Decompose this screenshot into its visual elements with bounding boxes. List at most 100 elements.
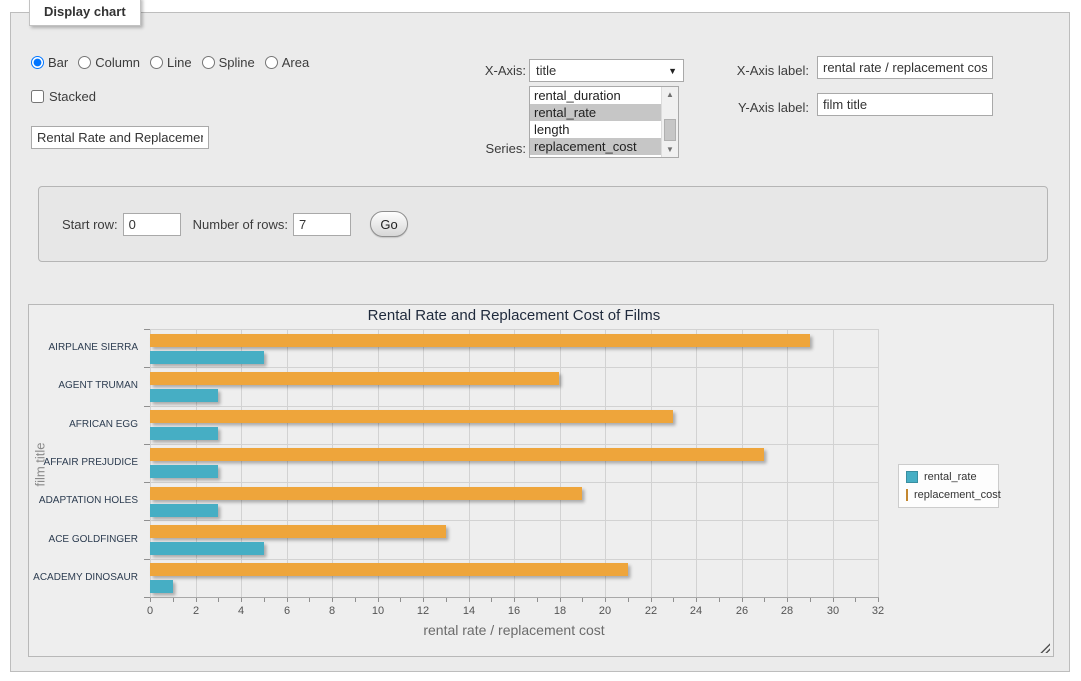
series-option-length[interactable]: length <box>530 121 661 138</box>
x-tick-label: 6 <box>267 605 307 617</box>
chart-type-radio-group: Bar Column Line Spline Area <box>31 55 315 70</box>
chart-type-radio-bar[interactable]: Bar <box>31 55 68 70</box>
start-row-input[interactable] <box>123 213 181 236</box>
category-label: ACADEMY DINOSAUR <box>28 572 138 583</box>
x-axis-tick <box>651 598 652 602</box>
num-rows-input[interactable] <box>293 213 351 236</box>
x-axis-tick <box>696 598 697 602</box>
stacked-checkbox-row[interactable]: Stacked <box>31 89 96 104</box>
gridline-horizontal <box>150 444 878 445</box>
stacked-checkbox[interactable] <box>31 90 44 103</box>
bar-replacement_cost <box>150 563 628 576</box>
x-tick-label: 22 <box>631 605 671 617</box>
x-axis-tick <box>628 598 629 602</box>
chevron-down-icon: ▼ <box>668 66 677 76</box>
x-axis-tick <box>355 598 356 602</box>
y-axis-tick <box>144 367 150 368</box>
bar-rental_rate <box>150 542 264 555</box>
series-options: rental_durationrental_ratelengthreplacem… <box>530 87 661 157</box>
bar-rental_rate <box>150 465 218 478</box>
radio-icon[interactable] <box>265 56 278 69</box>
gridline-horizontal <box>150 406 878 407</box>
radio-label: Bar <box>48 55 68 70</box>
x-tick-label: 26 <box>722 605 762 617</box>
radio-label: Area <box>282 55 309 70</box>
y-axis-label-input[interactable] <box>817 93 993 116</box>
scrollbar-thumb[interactable] <box>664 119 676 141</box>
bar-replacement_cost <box>150 334 810 347</box>
y-axis-tick <box>144 329 150 330</box>
scroll-up-icon[interactable]: ▲ <box>662 87 678 102</box>
bar-rental_rate <box>150 351 264 364</box>
gridline-horizontal <box>150 367 878 368</box>
gridline-vertical <box>560 329 561 597</box>
x-axis-tick <box>537 598 538 602</box>
category-label: ACE GOLDFINGER <box>28 534 138 545</box>
x-axis-label-input[interactable] <box>817 56 993 79</box>
x-axis-tick <box>469 598 470 602</box>
x-axis-tick <box>764 598 765 602</box>
x-tick-label: 24 <box>676 605 716 617</box>
x-tick-label: 32 <box>858 605 898 617</box>
series-listbox[interactable]: rental_durationrental_ratelengthreplacem… <box>529 86 679 158</box>
x-axis-tick <box>150 598 151 602</box>
x-tick-label: 12 <box>403 605 443 617</box>
x-axis-tick <box>582 598 583 602</box>
resize-handle-icon[interactable] <box>1039 642 1050 653</box>
radio-icon[interactable] <box>150 56 163 69</box>
fieldset-legend: Display chart <box>29 0 141 26</box>
x-axis-tick <box>560 598 561 602</box>
x-axis-tick <box>241 598 242 602</box>
series-option-replacement_cost[interactable]: replacement_cost <box>530 138 661 155</box>
x-tick-label: 20 <box>585 605 625 617</box>
y-axis-label-field-label: Y-Axis label: <box>721 100 809 115</box>
bar-replacement_cost <box>150 448 764 461</box>
gridline-vertical <box>878 329 879 597</box>
gridline-vertical <box>378 329 379 597</box>
x-axis-tick <box>264 598 265 602</box>
gridline-horizontal <box>150 329 878 330</box>
x-tick-label: 8 <box>312 605 352 617</box>
chart-type-radio-line[interactable]: Line <box>150 55 192 70</box>
x-axis-tick <box>855 598 856 602</box>
radio-label: Column <box>95 55 140 70</box>
display-chart-fieldset: Display chart BarColumnLineSplineArea St… <box>10 12 1070 672</box>
bar-replacement_cost <box>150 487 582 500</box>
gridline-vertical <box>651 329 652 597</box>
x-axis-tick <box>378 598 379 602</box>
x-axis-tick <box>400 598 401 602</box>
x-axis-tick <box>742 598 743 602</box>
chart-type-radio-area[interactable]: Area <box>265 55 309 70</box>
x-axis-label-field-label: X-Axis label: <box>721 63 809 78</box>
bar-replacement_cost <box>150 410 673 423</box>
legend-item-replacement_cost[interactable]: replacement_cost <box>906 489 991 501</box>
row-range-panel: Start row: Number of rows: Go <box>38 186 1048 262</box>
series-scrollbar[interactable]: ▲ ▼ <box>661 87 678 157</box>
x-tick-label: 10 <box>358 605 398 617</box>
legend-label: rental_rate <box>924 471 977 483</box>
x-axis-tick <box>491 598 492 602</box>
go-button[interactable]: Go <box>370 211 408 237</box>
radio-icon[interactable] <box>78 56 91 69</box>
bar-rental_rate <box>150 427 218 440</box>
chart-type-radio-spline[interactable]: Spline <box>202 55 255 70</box>
gridline-vertical <box>150 329 151 597</box>
y-axis-tick <box>144 444 150 445</box>
chart-type-radio-column[interactable]: Column <box>78 55 140 70</box>
x-tick-label: 14 <box>449 605 489 617</box>
radio-icon[interactable] <box>202 56 215 69</box>
x-axis-select[interactable]: title ▼ <box>529 59 684 82</box>
x-axis-tick <box>514 598 515 602</box>
x-axis-tick <box>719 598 720 602</box>
chart-panel: Rental Rate and Replacement Cost of Film… <box>28 304 1054 657</box>
gridline-horizontal <box>150 520 878 521</box>
gridline-horizontal <box>150 482 878 483</box>
legend-item-rental_rate[interactable]: rental_rate <box>906 471 991 483</box>
scroll-down-icon[interactable]: ▼ <box>662 142 678 157</box>
radio-icon[interactable] <box>31 56 44 69</box>
x-tick-label: 2 <box>176 605 216 617</box>
series-option-rental_duration[interactable]: rental_duration <box>530 87 661 104</box>
y-axis-tick <box>144 520 150 521</box>
chart-title-input[interactable] <box>31 126 209 149</box>
series-option-rental_rate[interactable]: rental_rate <box>530 104 661 121</box>
